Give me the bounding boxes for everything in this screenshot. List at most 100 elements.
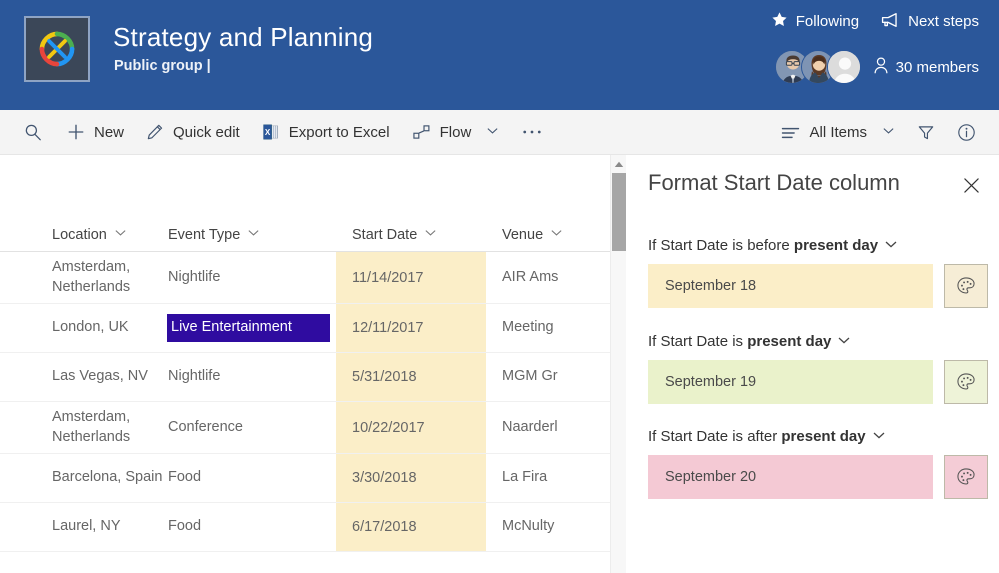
filter-button[interactable]	[906, 115, 946, 151]
more-options-button[interactable]	[510, 114, 554, 150]
command-bar-left: New Quick edit X Export to Excel Flow	[0, 114, 554, 150]
avatar-placeholder[interactable]	[826, 50, 861, 84]
rule-condition-value: present day	[793, 237, 879, 254]
close-icon[interactable]	[957, 171, 985, 199]
cell-start-date: 6/17/2018	[336, 503, 486, 552]
members-count-button[interactable]: 30 members	[873, 56, 979, 78]
rule-condition-label[interactable]: If Start Date is before present day	[648, 237, 988, 255]
chevron-down-icon	[247, 226, 260, 243]
chevron-down-icon[interactable]	[837, 333, 851, 351]
column-header-location[interactable]: Location	[0, 226, 168, 243]
next-steps-label: Next steps	[908, 13, 979, 30]
column-header-venue[interactable]: Venue	[486, 226, 610, 243]
palette-icon[interactable]	[944, 264, 988, 309]
cell-event-type: Food	[168, 469, 202, 486]
site-header: Strategy and Planning Public group | Fol…	[0, 0, 999, 110]
chevron-down-icon[interactable]	[884, 237, 898, 255]
table-row[interactable]: Barcelona, Spain Food 3/30/2018 La Fira	[0, 454, 610, 504]
person-icon	[873, 56, 889, 78]
export-to-excel-label: Export to Excel	[288, 123, 390, 141]
table-header-row: Location Event Type Start Date Venue	[0, 218, 610, 252]
cell-venue: MGM Gr	[502, 368, 558, 385]
cell-event-type: Conference	[168, 418, 243, 435]
cell-event-type: Nightlife	[168, 368, 221, 385]
table-row[interactable]: Amsterdam, Netherlands Nightlife 11/14/201…	[0, 252, 610, 305]
scrollbar-thumb[interactable]	[612, 173, 626, 251]
format-rule: If Start Date is present day September 19	[648, 333, 988, 405]
column-header-label: Start Date	[352, 226, 418, 243]
info-button[interactable]	[946, 115, 987, 151]
format-rule: If Start Date is after present day Septem…	[648, 428, 988, 500]
rule-condition-value: present day	[781, 428, 866, 445]
chevron-down-icon	[424, 226, 437, 243]
excel-icon: X	[262, 123, 280, 141]
next-steps-button[interactable]: Next steps	[881, 12, 979, 32]
plus-icon	[67, 123, 85, 141]
chevron-down-icon	[114, 226, 127, 243]
following-button[interactable]: Following	[771, 11, 859, 32]
cell-location: Amsterdam, Netherlands	[52, 259, 131, 295]
page-title: Strategy and Planning	[113, 22, 374, 52]
format-column-panel: Format Start Date column If Start Date i…	[626, 155, 999, 573]
star-icon	[771, 11, 788, 32]
palette-icon[interactable]	[944, 360, 988, 405]
column-header-event-type[interactable]: Event Type	[168, 226, 336, 243]
export-to-excel-button[interactable]: X Export to Excel	[251, 114, 401, 150]
group-knot-logo	[24, 16, 90, 82]
rule-sample-swatch[interactable]: September 19	[648, 360, 933, 405]
event-type-highlight: Live Entertainment	[167, 314, 330, 343]
cell-location: Las Vegas, NV	[52, 368, 148, 385]
table-row[interactable]: Laurel, NY Food 6/17/2018 McNulty	[0, 503, 610, 553]
cell-event-type: Food	[168, 518, 202, 535]
svg-text:X: X	[265, 128, 271, 137]
column-header-label: Venue	[502, 226, 544, 243]
cell-location: Amsterdam, Netherlands	[52, 409, 131, 445]
new-button[interactable]: New	[56, 114, 135, 150]
command-bar-right: All Items	[770, 110, 987, 155]
cell-location: Laurel, NY	[52, 518, 121, 535]
view-selector-button[interactable]: All Items	[770, 115, 906, 151]
table-row[interactable]: London, UK Live Entertainment 12/11/2017 Me…	[0, 304, 610, 354]
caret-up-icon[interactable]	[611, 157, 627, 171]
cell-venue: La Fira	[502, 469, 548, 486]
search-button[interactable]	[10, 114, 56, 150]
list-content-area: Location Event Type Start Date Venue Ams…	[0, 155, 610, 573]
cell-location: Barcelona, Spain	[52, 469, 163, 486]
quick-edit-button[interactable]: Quick edit	[135, 114, 251, 150]
rule-sample-swatch[interactable]: September 20	[648, 455, 933, 500]
megaphone-icon	[881, 12, 900, 32]
palette-icon[interactable]	[944, 455, 988, 500]
rule-preview-row: September 19	[648, 360, 988, 405]
table-row[interactable]: Amsterdam, Netherlands Conference 10/22/20…	[0, 402, 610, 455]
flow-button[interactable]: Flow	[401, 114, 511, 150]
chevron-down-icon[interactable]	[872, 428, 886, 446]
cell-venue: Naarderl	[502, 418, 558, 435]
cell-start-date: 11/14/2017	[336, 252, 486, 304]
table-row[interactable]: Las Vegas, NV Nightlife 5/31/2018 MGM Gr	[0, 353, 610, 403]
flow-icon	[412, 123, 431, 141]
list-icon	[781, 125, 800, 141]
command-bar: New Quick edit X Export to Excel Flow Al…	[0, 110, 999, 155]
info-icon	[957, 123, 976, 142]
column-header-label: Event Type	[168, 226, 241, 243]
members-area: 30 members	[774, 50, 979, 84]
cell-event-type: Nightlife	[168, 268, 221, 285]
ellipsis-icon	[522, 128, 542, 136]
pencil-icon	[146, 123, 164, 141]
cell-venue: Meeting	[502, 319, 554, 336]
column-header-label: Location	[52, 226, 107, 243]
header-actions: Following Next steps	[771, 11, 979, 32]
following-label: Following	[795, 13, 860, 30]
cell-location: London, UK	[52, 319, 129, 336]
rule-prefix: If Start Date is	[648, 333, 748, 350]
column-header-start-date[interactable]: Start Date	[336, 226, 486, 243]
cell-event-type: Live Entertainment	[167, 304, 336, 352]
rule-condition-label[interactable]: If Start Date is present day	[648, 333, 988, 351]
filter-icon	[917, 124, 935, 142]
vertical-scrollbar[interactable]	[610, 155, 626, 573]
cell-start-date: 5/31/2018	[336, 353, 486, 402]
rule-condition-label[interactable]: If Start Date is after present day	[648, 428, 988, 446]
rule-condition-value: present day	[747, 333, 832, 350]
rule-sample-swatch[interactable]: September 18	[648, 264, 933, 309]
panel-title: Format Start Date column	[648, 170, 900, 195]
